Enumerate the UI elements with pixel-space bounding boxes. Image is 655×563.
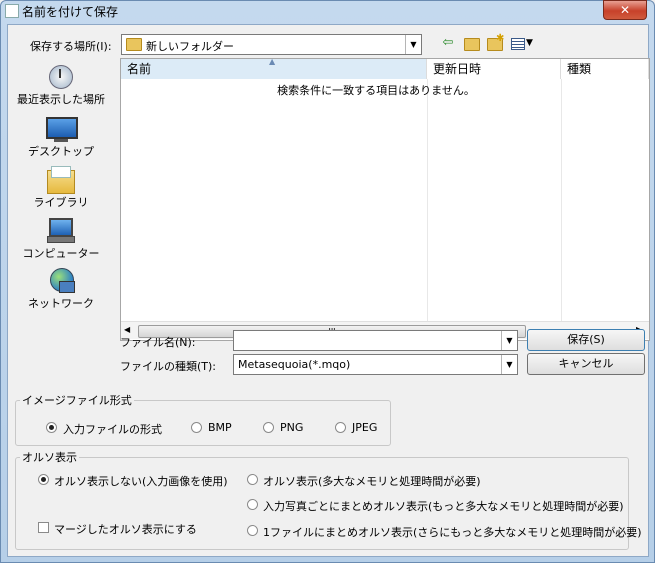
column-header-name[interactable]: 名前 ▲ [121,57,427,79]
radio-label: 入力ファイルの形式 [63,423,162,436]
view-menu-icon[interactable]: ▼ [510,35,536,51]
network-icon [45,267,77,295]
chevron-down-icon[interactable]: ▼ [501,331,517,350]
radio-label: 入力写真ごとにまとめオルソ表示(もっと多大なメモリと処理時間が必要) [263,500,624,513]
title-bar[interactable]: 名前を付けて保存 ✕ [0,0,655,22]
radio-button[interactable] [191,422,202,433]
radio-button[interactable] [247,499,258,510]
radio-label: PNG [280,421,304,434]
filetype-label: ファイルの種類(T): [120,360,217,373]
place-computer[interactable]: コンピューター [11,217,111,261]
radio-label: オルソ表示しない(入力画像を使用) [54,475,228,488]
radio-button[interactable] [46,422,57,433]
save-in-label: 保存する場所(I): [30,40,112,53]
computer-icon [45,217,77,245]
up-folder-icon[interactable] [463,35,480,51]
ortho-display-legend: オルソ表示 [22,451,77,464]
place-libraries[interactable]: ライブラリ [11,166,111,210]
place-desktop[interactable]: デスクトップ [11,115,111,159]
image-format-legend: イメージファイル形式 [22,394,132,407]
folder-icon [126,38,142,51]
window-title: 名前を付けて保存 [22,5,119,19]
filename-field[interactable]: ▼ [233,330,518,351]
place-label: コンピューター [22,247,100,260]
place-network[interactable]: ネットワーク [11,267,111,311]
desktop-icon [45,115,78,143]
dialog-client-area: 保存する場所(I): 新しいフォルダー ▼ ⇦ ✱ ▼ 最近表示した場所 デスク… [7,24,650,557]
place-label: ライブラリ [33,196,89,209]
checkbox-label: マージしたオルソ表示にする [54,523,197,536]
column-divider [561,79,562,321]
empty-message: 検索条件に一致する項目はありません。 [277,84,475,97]
file-list[interactable]: 名前 ▲ 更新日時 種類 検索条件に一致する項目はありません。 ◀ III ▶ [120,57,650,341]
libraries-icon [45,166,77,194]
recent-places-icon [45,63,77,91]
column-header-modified[interactable]: 更新日時 [427,59,561,79]
place-label: デスクトップ [28,145,94,158]
radio-label: オルソ表示(多大なメモリと処理時間が必要) [263,475,481,488]
radio-label: BMP [208,421,232,434]
image-format-group: イメージファイル形式 [15,392,391,446]
cancel-button[interactable]: キャンセル [527,353,645,375]
back-arrow-icon[interactable]: ⇦ [440,35,456,51]
new-folder-icon[interactable]: ✱ [486,33,504,51]
radio-button[interactable] [263,422,274,433]
save-in-value: 新しいフォルダー [146,40,234,53]
chevron-down-icon[interactable]: ▼ [405,35,421,54]
column-divider [427,79,428,321]
column-header-type[interactable]: 種類 [561,59,649,79]
chevron-down-icon[interactable]: ▼ [501,355,517,374]
place-label: 最近表示した場所 [17,93,105,106]
close-button[interactable]: ✕ [603,0,647,20]
radio-label: JPEG [352,421,378,434]
checkbox[interactable] [38,522,49,533]
filetype-value: Metasequoia(*.mqo) [238,358,351,371]
radio-label: 1ファイルにまとめオルソ表示(さらにもっと多大なメモリと処理時間が必要) [263,526,642,539]
app-icon [5,4,19,18]
radio-button[interactable] [38,474,49,485]
scroll-left-icon[interactable]: ◀ [124,325,130,334]
place-recent[interactable]: 最近表示した場所 [11,63,111,107]
place-label: ネットワーク [28,297,94,310]
save-button[interactable]: 保存(S) [527,329,645,351]
filename-label: ファイル名(N): [120,336,196,349]
radio-button[interactable] [335,422,346,433]
filetype-select[interactable]: Metasequoia(*.mqo) ▼ [233,354,518,375]
radio-button[interactable] [247,474,258,485]
radio-button[interactable] [247,525,258,536]
sort-ascending-icon: ▲ [269,57,276,66]
